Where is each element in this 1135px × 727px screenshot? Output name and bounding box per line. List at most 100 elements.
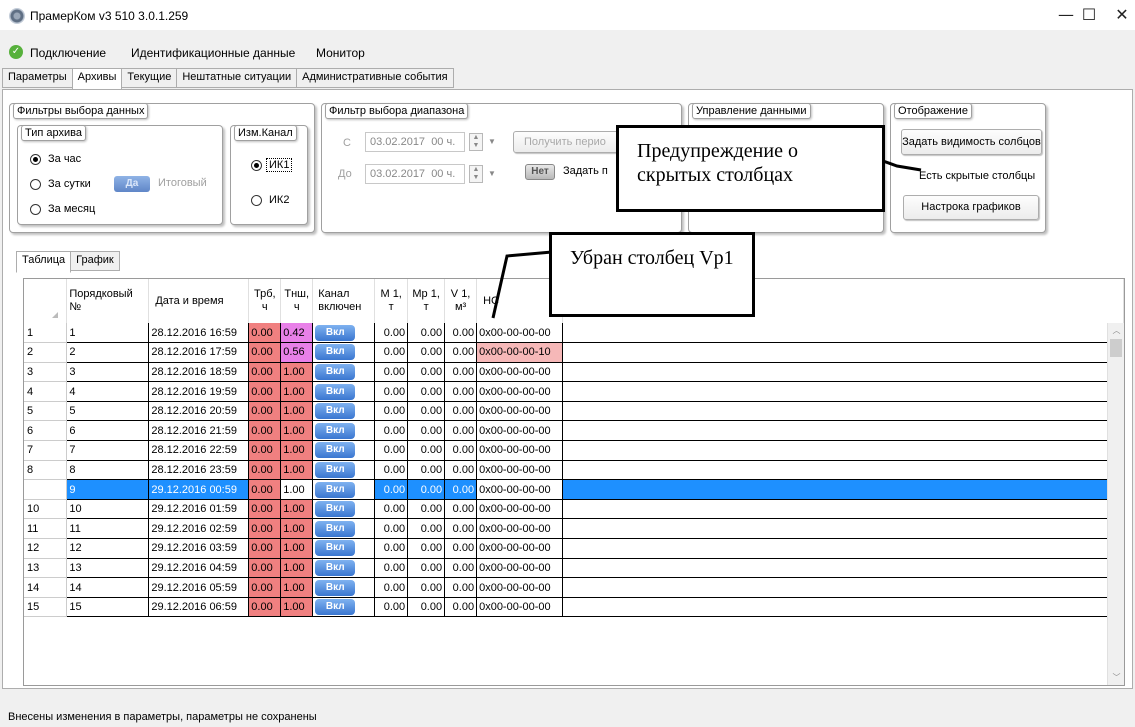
cell-channel[interactable]: Вкл bbox=[312, 342, 376, 363]
radio-ik1[interactable] bbox=[251, 160, 262, 171]
channel-on-button[interactable]: Вкл bbox=[315, 481, 356, 498]
cell-m1[interactable]: 0.00 bbox=[374, 577, 409, 598]
cell-mr1[interactable]: 0.00 bbox=[407, 440, 446, 461]
cell-nc[interactable]: 0x00-00-00-00 bbox=[476, 362, 564, 383]
cell-m1[interactable]: 0.00 bbox=[374, 381, 409, 402]
cell-channel[interactable]: Вкл bbox=[312, 440, 376, 461]
cell-datetime[interactable]: 29.12.2016 06:59 bbox=[148, 597, 250, 618]
cell-m1[interactable]: 0.00 bbox=[374, 538, 409, 559]
cell-datetime[interactable]: 28.12.2016 19:59 bbox=[148, 381, 250, 402]
tab-parameters[interactable]: Параметры bbox=[2, 68, 73, 88]
cell-nc[interactable]: 0x00-00-00-00 bbox=[476, 597, 564, 618]
channel-on-button[interactable]: Вкл bbox=[315, 599, 356, 616]
cell-m1[interactable]: 0.00 bbox=[374, 401, 409, 422]
cell-number[interactable]: 14 bbox=[66, 577, 150, 598]
table-row[interactable]: 12 12 29.12.2016 03:59 0.00 1.00 Вкл 0.00 0.00 0… bbox=[24, 538, 1124, 559]
cell-mr1[interactable]: 0.00 bbox=[407, 342, 446, 363]
cell-v1[interactable]: 0.00 bbox=[444, 362, 478, 383]
cell-tnsh[interactable]: 1.00 bbox=[280, 420, 314, 442]
cell-v1[interactable]: 0.00 bbox=[444, 518, 478, 540]
cell-mr1[interactable]: 0.00 bbox=[407, 499, 446, 520]
cell-trb[interactable]: 0.00 bbox=[248, 460, 282, 481]
col-header-trb[interactable]: Трб, ч bbox=[248, 279, 282, 323]
cell-m1[interactable]: 0.00 bbox=[374, 323, 409, 344]
cell-mr1[interactable]: 0.00 bbox=[407, 460, 446, 481]
to-hour-spinner[interactable]: ▲ ▼ bbox=[469, 165, 483, 183]
cell-nc[interactable]: 0x00-00-00-00 bbox=[476, 460, 564, 481]
menu-item-identification[interactable]: Идентификационные данные bbox=[131, 46, 295, 60]
table-row[interactable]: 2 2 28.12.2016 17:59 0.00 0.56 Вкл 0.00 0.00 0.0… bbox=[24, 342, 1124, 363]
cell-mr1[interactable]: 0.00 bbox=[407, 323, 446, 344]
from-date-input[interactable]: 03.02.2017 00 ч. bbox=[365, 132, 465, 152]
cell-m1[interactable]: 0.00 bbox=[374, 518, 409, 540]
cell-nc[interactable]: 0x00-00-00-00 bbox=[476, 401, 564, 422]
row-header[interactable]: 5 bbox=[24, 401, 68, 422]
table-row[interactable]: 3 3 28.12.2016 18:59 0.00 1.00 Вкл 0.00 0.00 0.0… bbox=[24, 362, 1124, 383]
tab-admin-events[interactable]: Административные события bbox=[296, 68, 454, 88]
cell-m1[interactable]: 0.00 bbox=[374, 479, 409, 500]
cell-trb[interactable]: 0.00 bbox=[248, 577, 282, 598]
cell-v1[interactable]: 0.00 bbox=[444, 577, 478, 598]
cell-datetime[interactable]: 29.12.2016 02:59 bbox=[148, 518, 250, 540]
channel-on-button[interactable]: Вкл bbox=[315, 540, 356, 557]
tab-current[interactable]: Текущие bbox=[121, 68, 178, 88]
cell-mr1[interactable]: 0.00 bbox=[407, 381, 446, 402]
cell-channel[interactable]: Вкл bbox=[312, 597, 376, 618]
radio-monthly[interactable] bbox=[30, 204, 41, 215]
cell-number[interactable]: 10 bbox=[66, 499, 150, 520]
table-row[interactable]: 9 9 29.12.2016 00:59 0.00 1.00 Вкл 0.00 0.00 0.0… bbox=[24, 479, 1124, 500]
cell-nc[interactable]: 0x00-00-00-00 bbox=[476, 577, 564, 598]
cell-nc[interactable]: 0x00-00-00-00 bbox=[476, 381, 564, 402]
table-row[interactable]: 4 4 28.12.2016 19:59 0.00 1.00 Вкл 0.00 0.00 0.0… bbox=[24, 381, 1124, 402]
row-header[interactable]: 15 bbox=[24, 597, 68, 618]
menu-item-connection[interactable]: Подключение bbox=[30, 46, 106, 60]
col-header-channel[interactable]: Канал включен bbox=[312, 279, 376, 323]
from-hour-spinner[interactable]: ▲ ▼ bbox=[469, 133, 483, 151]
cell-tnsh[interactable]: 1.00 bbox=[280, 499, 314, 520]
cell-datetime[interactable]: 28.12.2016 22:59 bbox=[148, 440, 250, 461]
table-row[interactable]: 5 5 28.12.2016 20:59 0.00 1.00 Вкл 0.00 0.00 0.0… bbox=[24, 401, 1124, 422]
table-scrollbar[interactable]: ︿ ﹀ bbox=[1107, 323, 1124, 685]
cell-tnsh[interactable]: 1.00 bbox=[280, 558, 314, 579]
cell-v1[interactable]: 0.00 bbox=[444, 381, 478, 402]
channel-on-button[interactable]: Вкл bbox=[315, 324, 356, 341]
tab-table[interactable]: Таблица bbox=[16, 251, 72, 273]
row-header[interactable]: 6 bbox=[24, 420, 68, 442]
cell-datetime[interactable]: 28.12.2016 16:59 bbox=[148, 323, 250, 344]
cell-channel[interactable]: Вкл bbox=[312, 323, 376, 344]
radio-hourly[interactable] bbox=[30, 154, 41, 165]
column-visibility-button[interactable]: Задать видимость солбцов bbox=[901, 129, 1042, 155]
channel-on-button[interactable]: Вкл bbox=[315, 383, 356, 400]
cell-m1[interactable]: 0.00 bbox=[374, 362, 409, 383]
cell-v1[interactable]: 0.00 bbox=[444, 342, 478, 363]
cell-nc[interactable]: 0x00-00-00-00 bbox=[476, 440, 564, 461]
cell-trb[interactable]: 0.00 bbox=[248, 420, 282, 442]
cell-channel[interactable]: Вкл bbox=[312, 577, 376, 598]
channel-on-button[interactable]: Вкл bbox=[315, 363, 356, 380]
cell-v1[interactable]: 0.00 bbox=[444, 401, 478, 422]
scroll-down-icon[interactable]: ﹀ bbox=[1108, 670, 1124, 685]
cell-tnsh[interactable]: 1.00 bbox=[280, 479, 314, 500]
cell-number[interactable]: 12 bbox=[66, 538, 150, 559]
cell-nc[interactable]: 0x00-00-00-00 bbox=[476, 420, 564, 442]
cell-trb[interactable]: 0.00 bbox=[248, 499, 282, 520]
table-row[interactable]: 15 15 29.12.2016 06:59 0.00 1.00 Вкл 0.00 0.00 0… bbox=[24, 597, 1124, 618]
total-toggle[interactable]: Да bbox=[114, 176, 150, 192]
cell-trb[interactable]: 0.00 bbox=[248, 362, 282, 383]
tab-emergency[interactable]: Нештатные ситуации bbox=[176, 68, 298, 88]
scroll-up-icon[interactable]: ︿ bbox=[1108, 323, 1124, 338]
cell-channel[interactable]: Вкл bbox=[312, 558, 376, 579]
tab-archives[interactable]: Архивы bbox=[71, 68, 123, 90]
cell-tnsh[interactable]: 1.00 bbox=[280, 597, 314, 618]
col-header-datetime[interactable]: Дата и время bbox=[148, 279, 250, 323]
to-date-input[interactable]: 03.02.2017 00 ч. bbox=[365, 164, 465, 184]
cell-mr1[interactable]: 0.00 bbox=[407, 558, 446, 579]
table-row[interactable]: 7 7 28.12.2016 22:59 0.00 1.00 Вкл 0.00 0.00 0.0… bbox=[24, 440, 1124, 461]
cell-mr1[interactable]: 0.00 bbox=[407, 577, 446, 598]
cell-number[interactable]: 6 bbox=[66, 420, 150, 442]
cell-mr1[interactable]: 0.00 bbox=[407, 538, 446, 559]
table-row[interactable]: 14 14 29.12.2016 05:59 0.00 1.00 Вкл 0.00 0.00 0… bbox=[24, 577, 1124, 598]
row-header[interactable]: 7 bbox=[24, 440, 68, 461]
to-dropdown-icon[interactable]: ▼ bbox=[486, 165, 498, 183]
table-row[interactable]: 13 13 29.12.2016 04:59 0.00 1.00 Вкл 0.00 0.00 0… bbox=[24, 558, 1124, 579]
